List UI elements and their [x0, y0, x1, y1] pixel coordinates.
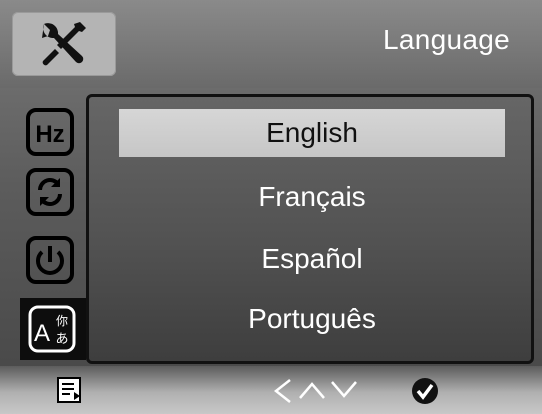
sidebar-item-frequency[interactable]: Hz [20, 106, 80, 158]
header-bar: Language [0, 0, 542, 88]
sidebar-item-language[interactable]: A 你 あ [20, 298, 86, 360]
menu-button[interactable] [56, 376, 84, 409]
tools-tab[interactable] [12, 12, 116, 76]
svg-text:あ: あ [55, 332, 68, 347]
down-chevron-icon [331, 381, 357, 398]
nav-left-button[interactable] [272, 378, 294, 409]
confirm-check-icon [412, 378, 438, 404]
svg-text:A: A [34, 320, 50, 347]
language-list: English Français Español Português [86, 94, 534, 364]
nav-down-button[interactable] [330, 380, 358, 405]
list-item-francais[interactable]: Français [119, 173, 505, 221]
up-chevron-icon [299, 382, 325, 399]
nav-up-button[interactable] [298, 380, 326, 405]
footer-bar [0, 366, 542, 414]
language-icon: A 你 あ [28, 305, 76, 353]
settings-screen: Language Hz A 你 あ English Français Españ… [0, 0, 542, 414]
page-title: Language [383, 24, 510, 55]
list-item-portugues[interactable]: Português [119, 295, 505, 343]
list-item-english[interactable]: English [119, 109, 505, 157]
list-item-espanol[interactable]: Español [119, 235, 505, 283]
svg-text:Hz: Hz [35, 121, 64, 148]
frequency-hz-icon: Hz [26, 108, 74, 156]
menu-icon [57, 377, 81, 403]
sidebar-item-rotate[interactable] [20, 166, 80, 218]
tools-icon [42, 22, 86, 66]
power-icon [26, 236, 74, 284]
sidebar-item-power[interactable] [20, 234, 80, 286]
confirm-button[interactable] [410, 376, 440, 411]
left-chevron-icon [273, 379, 291, 403]
rotate-icon [26, 168, 74, 216]
svg-text:你: 你 [56, 314, 68, 328]
